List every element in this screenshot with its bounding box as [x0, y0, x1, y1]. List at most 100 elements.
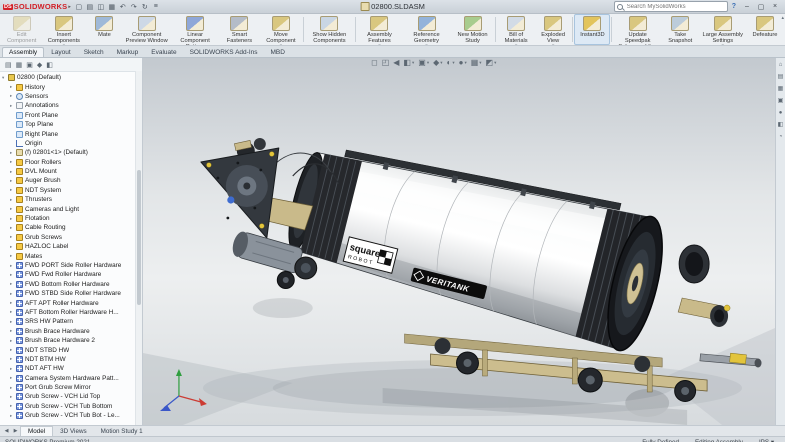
tree-item-port-grub-screw-mirror[interactable]: ▸Port Grub Screw Mirror: [0, 383, 136, 392]
design-library-button[interactable]: ▤: [778, 74, 784, 80]
tree-item-annotations[interactable]: ▸Annotations: [0, 101, 136, 110]
view-settings-button[interactable]: ◩▾: [486, 59, 497, 67]
exploded-view-button[interactable]: Exploded View▾: [535, 14, 572, 45]
options-icon[interactable]: ≡: [151, 3, 161, 10]
smart-fasteners-button[interactable]: Smart Fasteners: [219, 14, 259, 45]
tree-item-origin[interactable]: Origin: [0, 139, 136, 148]
insert-components-button[interactable]: Insert Components▾: [41, 14, 86, 45]
tab-motion-study-1[interactable]: Motion Study 1: [94, 426, 150, 436]
tree-scrollbar-thumb[interactable]: [137, 170, 141, 305]
undo-icon[interactable]: ↶: [118, 3, 128, 11]
edit-appearance-button[interactable]: ●▾: [459, 59, 467, 67]
tree-item-aft-bottom-roller-hardware-h[interactable]: ▸AFT Bottom Roller Hardware H...: [0, 308, 136, 317]
bill-of-materials-button[interactable]: Bill of Materials▾: [497, 14, 534, 45]
tree-item-right-plane[interactable]: Right Plane: [0, 129, 136, 138]
tree-item-brush-brace-hardware[interactable]: ▸Brush Brace Hardware: [0, 327, 136, 336]
tree-item-dvl-mount[interactable]: ▸DVL Mount: [0, 167, 136, 176]
tab-scroll-right-button[interactable]: ▶: [11, 426, 20, 436]
tab-layout[interactable]: Layout: [45, 48, 77, 57]
zoom-fit-button[interactable]: ◻: [371, 59, 378, 67]
tree-item-cameras-and-light[interactable]: ▸Cameras and Light: [0, 204, 136, 213]
rebuild-icon[interactable]: ↻: [140, 3, 150, 11]
tree-item-fwd-stbd-side-roller-hardware[interactable]: ▸FWD STBD Side Roller Hardware: [0, 289, 136, 298]
tab-model[interactable]: Model: [20, 426, 53, 436]
open-document-icon[interactable]: ▤: [85, 3, 95, 11]
display-style-button[interactable]: ◆▾: [433, 59, 442, 67]
solidworks-resources-button[interactable]: ⌂: [779, 62, 783, 68]
tree-item-history[interactable]: ▸History: [0, 82, 136, 91]
move-component-button[interactable]: Move Component▾: [260, 14, 303, 45]
tab-assembly[interactable]: Assembly: [2, 47, 44, 57]
update-speedpak-subassemblies-button[interactable]: Update Speedpak Subassemblies: [613, 14, 661, 45]
panel-tab-displaymanager[interactable]: ◧: [46, 61, 53, 69]
view-palette-button[interactable]: ▣: [778, 98, 784, 104]
tree-item-sensors[interactable]: ▸Sensors: [0, 92, 136, 101]
save-document-icon[interactable]: ◫: [96, 3, 106, 11]
tree-item-srs-hw-pattern[interactable]: ▸SRS HW Pattern: [0, 317, 136, 326]
file-explorer-button[interactable]: ▦: [778, 86, 784, 92]
tree-item-top-plane[interactable]: Top Plane: [0, 120, 136, 129]
panel-tab-propertymanager[interactable]: ▦: [16, 61, 23, 69]
panel-tab-dimxpertmanager[interactable]: ◆: [37, 61, 42, 69]
custom-properties-button[interactable]: ◧: [778, 122, 784, 128]
component-preview-window-button[interactable]: Component Preview Window: [122, 14, 170, 45]
tree-item-hazloc-label[interactable]: ▸HAZLOC Label: [0, 242, 136, 251]
take-snapshot-button[interactable]: Take Snapshot: [662, 14, 699, 45]
tree-item-ndt-btm-hw[interactable]: ▸NDT BTM HW: [0, 355, 136, 364]
tree-item-grub-screws[interactable]: ▸Grub Screws: [0, 233, 136, 242]
view-orientation-button[interactable]: ▣▾: [418, 59, 429, 67]
appearances-scenes-button[interactable]: ●: [779, 110, 783, 116]
tab-evaluate[interactable]: Evaluate: [145, 48, 182, 57]
edit-component-button[interactable]: Edit Component: [2, 14, 41, 45]
previous-view-button[interactable]: ◀: [393, 59, 399, 67]
tab-mbd[interactable]: MBD: [265, 48, 291, 57]
ribbon-collapse-chevron[interactable]: ▴: [781, 15, 784, 21]
tree-item-brush-brace-hardware-2[interactable]: ▸Brush Brace Hardware 2: [0, 336, 136, 345]
hide-show-items-button[interactable]: ◐▾: [447, 59, 455, 67]
redo-icon[interactable]: ↷: [129, 3, 139, 11]
tree-item-grub-screw-vch-tub-bottom[interactable]: ▸Grub Screw - VCH Tub Bottom: [0, 402, 136, 411]
tree-scrollbar[interactable]: [135, 71, 142, 425]
viewport-canvas[interactable]: square ROBOT VERITANK: [143, 58, 775, 425]
tab-sketch[interactable]: Sketch: [78, 48, 110, 57]
tree-item-f-02801-1-default[interactable]: ▸(f) 02801<1> (Default): [0, 148, 136, 157]
tab-3d-views[interactable]: 3D Views: [53, 426, 93, 436]
close-button[interactable]: ×: [768, 3, 782, 11]
print-document-icon[interactable]: ▦: [107, 3, 117, 11]
help-button[interactable]: ?: [732, 3, 736, 10]
tree-item-floor-rollers[interactable]: ▸Floor Rollers: [0, 158, 136, 167]
zoom-area-button[interactable]: ◰: [382, 59, 390, 67]
tab-solidworks-add-ins[interactable]: SOLIDWORKS Add-Ins: [184, 48, 264, 57]
tree-item-grub-screw-vch-tub-bot-le[interactable]: ▸Grub Screw - VCH Tub Bot - Le...: [0, 411, 136, 420]
tree-item-fwd-bottom-roller-hardware[interactable]: ▸FWD Bottom Roller Hardware: [0, 280, 136, 289]
show-hidden-components-button[interactable]: Show Hidden Components: [305, 14, 353, 45]
tab-markup[interactable]: Markup: [111, 48, 145, 57]
tree-item-auger-brush[interactable]: ▸Auger Brush: [0, 176, 136, 185]
assembly-features-button[interactable]: Assembly Features▾: [357, 14, 403, 45]
tree-item-ndt-aft-hw[interactable]: ▸NDT AFT HW: [0, 364, 136, 373]
instant3d-button[interactable]: Instant3D: [574, 14, 610, 45]
linear-component-pattern-button[interactable]: Linear Component Pattern▾: [171, 14, 219, 45]
tree-item-flotation[interactable]: ▸Flotation: [0, 214, 136, 223]
tree-item-02800-default[interactable]: ▾02800 (Default): [0, 73, 136, 82]
tree-item-fwd-fwd-roller-hardware[interactable]: ▸FWD Fwd Roller Hardware: [0, 270, 136, 279]
section-view-button[interactable]: ◧▾: [403, 59, 414, 67]
tree-item-camera-system-hardware-patt[interactable]: ▸Camera System Hardware Patt...: [0, 374, 136, 383]
tree-item-ndt-system[interactable]: ▸NDT System: [0, 186, 136, 195]
reference-geometry-button[interactable]: Reference Geometry▾: [402, 14, 450, 45]
mate-button[interactable]: Mate: [86, 14, 122, 45]
apply-scene-button[interactable]: ▦▾: [471, 59, 482, 67]
panel-tab-featuremanager[interactable]: ▤: [5, 61, 12, 69]
status-ips[interactable]: IPS ▾: [759, 439, 774, 442]
tree-item-fwd-port-side-roller-hardware[interactable]: ▸FWD PORT Side Roller Hardware: [0, 261, 136, 270]
minimize-button[interactable]: –: [740, 3, 754, 11]
menu-expand-arrow-icon[interactable]: ▸: [68, 4, 71, 10]
mysolidworks-search-input[interactable]: [625, 3, 725, 11]
tree-item-aft-apt-roller-hardware[interactable]: ▸AFT APT Roller Hardware: [0, 298, 136, 307]
new-document-icon[interactable]: ▢: [74, 3, 84, 11]
tree-item-cable-routing[interactable]: ▸Cable Routing: [0, 223, 136, 232]
tree-item-grub-screw-vch-lid-top[interactable]: ▸Grub Screw - VCH Lid Top: [0, 392, 136, 401]
new-motion-study-button[interactable]: New Motion Study: [451, 14, 495, 45]
maximize-button[interactable]: ▢: [754, 3, 768, 11]
defeature-button[interactable]: Defeature: [747, 14, 783, 45]
